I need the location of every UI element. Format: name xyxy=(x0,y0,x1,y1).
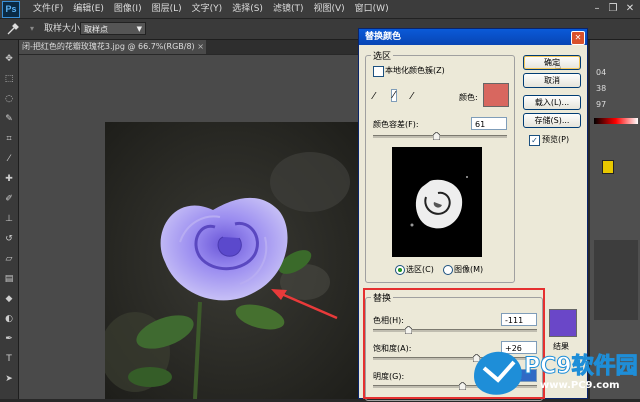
save-button[interactable]: 存储(S)... xyxy=(523,113,581,128)
watermark-brand: PC9软件园 xyxy=(524,354,639,380)
type-tool-icon[interactable]: T xyxy=(2,352,16,366)
watermark: PC9软件园 www.PC9.com xyxy=(470,346,640,399)
document-tab-bar: 闭-把红色的花瓣玫瑰花3.jpg @ 66.7%(RGB/8) × xyxy=(18,40,358,54)
adjustment-icon[interactable] xyxy=(602,160,614,174)
sample-size-select[interactable]: 取样点 ▼ xyxy=(80,22,146,35)
load-button[interactable]: 载入(L)... xyxy=(523,95,581,110)
menu-image[interactable]: 图像(I) xyxy=(109,0,147,18)
rose-photo[interactable] xyxy=(105,122,358,399)
sample-size-value: 取样点 xyxy=(84,25,108,34)
close-tab-icon[interactable]: × xyxy=(197,40,204,54)
color-label: 颜色: xyxy=(459,93,478,102)
menu-filter[interactable]: 滤镜(T) xyxy=(268,0,309,18)
eraser-tool-icon[interactable]: ▱ xyxy=(2,252,16,266)
menu-view[interactable]: 视图(V) xyxy=(308,0,349,18)
document-tab-title: 闭-把红色的花瓣玫瑰花3.jpg @ 66.7%(RGB/8) xyxy=(22,42,195,51)
selection-group-title: 选区 xyxy=(371,49,394,62)
localized-clusters-label: 本地化颜色簇(Z) xyxy=(385,66,445,75)
close-icon[interactable]: ✕ xyxy=(622,1,638,16)
selection-radio[interactable] xyxy=(395,265,405,275)
panel-value-1: 04 xyxy=(596,68,607,77)
fuzziness-input[interactable]: 61 xyxy=(471,117,507,130)
stamp-tool-icon[interactable]: ⊥ xyxy=(2,212,16,226)
cursor-icon: ☝ xyxy=(555,61,562,72)
eyedropper-icon[interactable]: ⁄ xyxy=(373,91,375,102)
move-tool-icon[interactable]: ✥ xyxy=(2,52,16,66)
healing-tool-icon[interactable]: ✚ xyxy=(2,172,16,186)
toolbox: ✥ ⬚ ◌ ✎ ⌗ ⁄ ✚ ✐ ⊥ ↺ ▱ ▤ ◆ ◐ ✒ T ➤ xyxy=(0,40,19,399)
eyedropper-icon[interactable] xyxy=(6,22,22,36)
minimize-icon[interactable]: – xyxy=(589,1,605,16)
dialog-titlebar[interactable]: 替换颜色 ✕ xyxy=(359,29,587,45)
ok-button[interactable]: 确定 xyxy=(523,55,581,70)
fuzziness-slider[interactable] xyxy=(373,132,507,140)
menu-layer[interactable]: 图层(L) xyxy=(147,0,187,18)
cancel-button[interactable]: 取消 xyxy=(523,73,581,88)
eyedropper-tool-icon[interactable]: ⁄ xyxy=(2,152,16,166)
crop-tool-icon[interactable]: ⌗ xyxy=(2,132,16,146)
selection-preview xyxy=(392,147,482,257)
preview-label: 预览(P) xyxy=(542,135,570,144)
panel-value-3: 97 xyxy=(596,100,607,109)
fuzziness-label: 颜色容差(F): xyxy=(373,120,419,129)
marquee-tool-icon[interactable]: ⬚ xyxy=(2,72,16,86)
photoshop-logo: Ps xyxy=(2,1,20,18)
lasso-tool-icon[interactable]: ◌ xyxy=(2,92,16,106)
fuzziness-slider-thumb[interactable] xyxy=(433,132,440,140)
gradient-tool-icon[interactable]: ▤ xyxy=(2,272,16,286)
blur-tool-icon[interactable]: ◆ xyxy=(2,292,16,306)
pen-tool-icon[interactable]: ✒ xyxy=(2,332,16,346)
menu-select[interactable]: 选择(S) xyxy=(227,0,268,18)
sample-size-label: 取样大小: xyxy=(44,24,84,34)
menu-edit[interactable]: 编辑(E) xyxy=(68,0,109,18)
options-separator: ▾ xyxy=(30,24,35,33)
subtract-from-sample-icon[interactable]: ⁄ xyxy=(411,91,413,102)
localized-clusters-checkbox[interactable] xyxy=(373,66,384,77)
menu-file[interactable]: 文件(F) xyxy=(28,0,68,18)
menu-items: 文件(F) 编辑(E) 图像(I) 图层(L) 文字(Y) 选择(S) 滤镜(T… xyxy=(28,0,394,18)
panel-value-2: 38 xyxy=(596,84,607,93)
dialog-title: 替换颜色 xyxy=(365,32,402,42)
menu-type[interactable]: 文字(Y) xyxy=(187,0,228,18)
result-color-swatch[interactable] xyxy=(549,309,577,337)
image-radio[interactable] xyxy=(443,265,453,275)
layers-list[interactable] xyxy=(594,240,638,320)
quick-select-tool-icon[interactable]: ✎ xyxy=(2,112,16,126)
menu-window[interactable]: 窗口(W) xyxy=(350,0,394,18)
add-to-sample-icon[interactable]: ⁄ xyxy=(391,89,397,102)
menu-bar: Ps 文件(F) 编辑(E) 图像(I) 图层(L) 文字(Y) 选择(S) 滤… xyxy=(0,0,640,19)
image-radio-label: 图像(M) xyxy=(454,265,484,274)
preview-checkbox[interactable]: ✓ xyxy=(529,135,540,146)
chevron-down-icon: ▼ xyxy=(136,25,142,33)
watermark-url: www.PC9.com xyxy=(540,380,620,391)
selection-color-swatch[interactable] xyxy=(483,83,509,107)
history-brush-icon[interactable]: ↺ xyxy=(2,232,16,246)
close-icon[interactable]: ✕ xyxy=(571,31,585,45)
dodge-tool-icon[interactable]: ◐ xyxy=(2,312,16,326)
document-tab[interactable]: 闭-把红色的花瓣玫瑰花3.jpg @ 66.7%(RGB/8) × xyxy=(18,40,206,54)
path-select-icon[interactable]: ➤ xyxy=(2,372,16,386)
color-ramp[interactable] xyxy=(594,118,638,124)
restore-icon[interactable]: ❐ xyxy=(605,1,621,16)
selection-radio-label: 选区(C) xyxy=(406,265,434,274)
brush-tool-icon[interactable]: ✐ xyxy=(2,192,16,206)
